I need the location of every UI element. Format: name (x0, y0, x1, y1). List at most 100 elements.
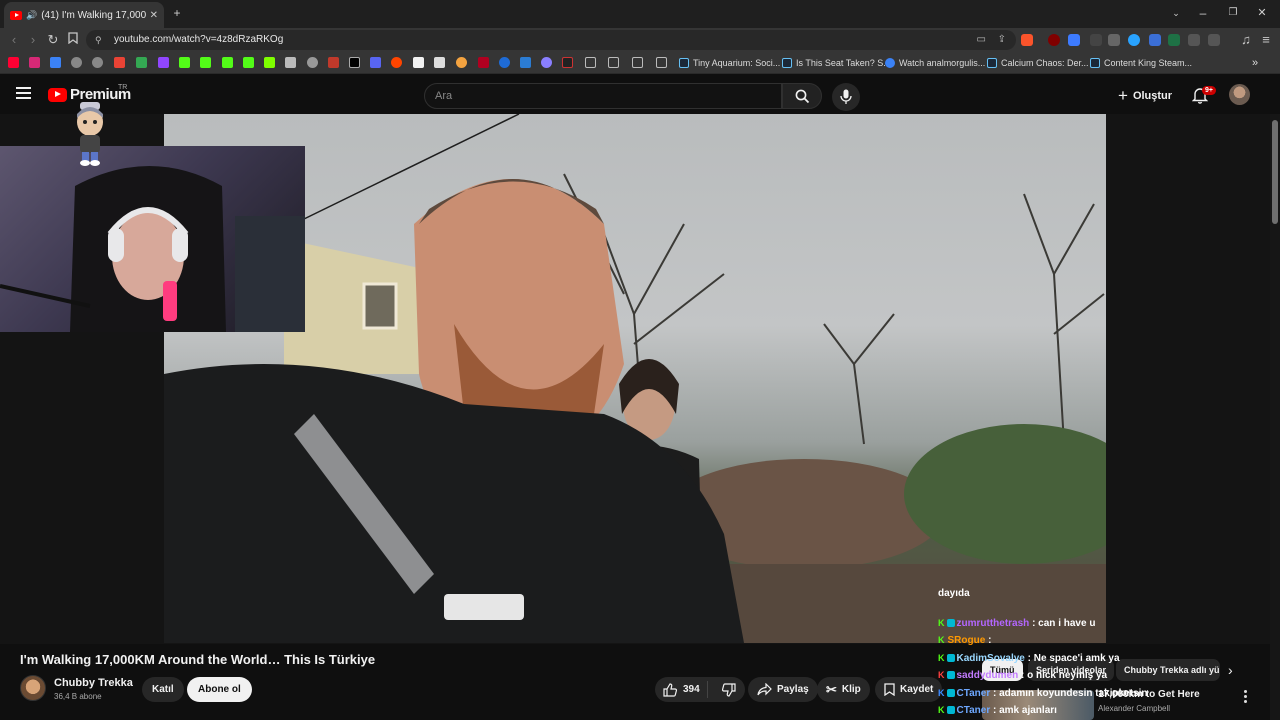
folder-icon[interactable] (608, 57, 619, 68)
channel-name[interactable]: Chubby Trekka (54, 677, 133, 689)
region-code: TR (118, 84, 128, 91)
bookmark-site-icon[interactable] (456, 57, 467, 68)
kick-badge-icon: K (938, 618, 945, 628)
minimize-button[interactable]: – (1193, 4, 1213, 22)
bookmark-item[interactable]: Content King Steam... (1090, 56, 1192, 70)
ublock-icon[interactable] (1048, 34, 1060, 46)
bookmark-kick-icon[interactable] (222, 57, 233, 68)
bookmark-site-icon[interactable] (92, 57, 103, 68)
close-window-button[interactable]: ✕ (1252, 4, 1272, 22)
subscribe-button[interactable]: Abone ol (187, 677, 252, 702)
create-button[interactable]: + Oluştur (1118, 85, 1172, 107)
voice-search-button[interactable] (832, 83, 860, 111)
webcam-frame (0, 166, 305, 332)
bookmark-site-icon[interactable] (71, 57, 82, 68)
chat-username: SRogue (947, 635, 986, 646)
subscriber-badge-icon (946, 654, 955, 663)
search-button[interactable] (782, 83, 822, 109)
notification-count-badge: 9+ (1202, 86, 1216, 95)
bookmark-site-icon[interactable] (413, 57, 424, 68)
bookmark-site-icon[interactable] (307, 57, 318, 68)
bookmark-site-icon[interactable] (499, 57, 510, 68)
share-button[interactable]: Paylaş (748, 677, 818, 702)
bookmark-site-icon[interactable] (285, 57, 296, 68)
bookmark-site-icon[interactable] (562, 57, 573, 68)
reload-icon[interactable]: ↻ (45, 32, 61, 48)
like-button[interactable]: 394 (655, 681, 709, 698)
maximize-button[interactable]: ❐ (1223, 4, 1243, 22)
address-bar[interactable]: ⚲ youtube.com/watch?v=4z8dRzaRKOg ▭ ⇪ (86, 30, 1016, 50)
share-page-icon[interactable]: ⇪ (998, 30, 1006, 50)
bookmark-label: Content King Steam... (1104, 58, 1193, 68)
translate-icon[interactable] (1149, 34, 1161, 46)
bookmark-drive-icon[interactable] (136, 57, 147, 68)
extension-icon[interactable] (1068, 34, 1080, 46)
extension-icon[interactable] (1128, 34, 1140, 46)
bookmark-amazon-icon[interactable] (434, 57, 445, 68)
bookmark-item[interactable]: Calcium Chaos: Der... (987, 56, 1089, 70)
chat-text: dayıda (938, 588, 970, 599)
save-button[interactable]: Kaydet (875, 677, 943, 702)
chat-message: K CTaner : amk ajanları (938, 702, 1057, 719)
steam-icon (987, 58, 997, 68)
bookmark-label: Tiny Aquarium: Soci... (693, 58, 781, 68)
scrollbar-thumb[interactable] (1272, 120, 1278, 224)
search-input[interactable]: Ara (424, 83, 782, 109)
folder-icon[interactable] (632, 57, 643, 68)
subscriber-badge-icon (946, 706, 955, 715)
brave-shield-icon[interactable] (1021, 34, 1033, 46)
bookmark-discord-icon[interactable] (370, 57, 381, 68)
bookmark-site-icon[interactable] (243, 57, 254, 68)
video-player[interactable] (164, 114, 1106, 643)
extension-icon[interactable] (1108, 34, 1120, 46)
bookmark-site-icon[interactable] (50, 57, 61, 68)
extension-icon[interactable] (1090, 34, 1102, 46)
bookmark-item[interactable]: Watch analmorgulis... (885, 56, 985, 70)
chat-text: : o nick neymiş ya (1020, 670, 1108, 681)
bookmark-icon[interactable] (65, 32, 81, 48)
clip-button[interactable]: ✂ Klip (817, 677, 870, 702)
bookmark-kick-icon[interactable] (179, 57, 190, 68)
browser-tab[interactable]: 🔊 (41) I'm Walking 17,000KM Ar ✕ (4, 2, 164, 28)
media-icon[interactable]: ♫ (1238, 32, 1254, 48)
bookmark-kick-icon[interactable] (200, 57, 211, 68)
channel-avatar[interactable] (20, 675, 46, 701)
bookmark-site-icon[interactable] (478, 57, 489, 68)
new-tab-button[interactable]: + (167, 4, 187, 22)
dislike-button[interactable] (713, 682, 745, 697)
bookmark-twitch-icon[interactable] (158, 57, 169, 68)
bookmark-youtube-icon[interactable] (8, 57, 19, 68)
tab-close-icon[interactable]: ✕ (150, 10, 158, 21)
join-button[interactable]: Katıl (142, 677, 184, 702)
tab-search-icon[interactable]: ⌄ (1166, 4, 1186, 22)
bookmark-site-icon[interactable] (264, 57, 275, 68)
bookmark-x-icon[interactable] (349, 57, 360, 68)
back-icon[interactable]: ‹ (6, 32, 22, 48)
site-info-icon[interactable]: ⚲ (95, 30, 102, 50)
plus-icon: + (1118, 86, 1128, 105)
folder-icon[interactable] (656, 57, 667, 68)
folder-icon[interactable] (585, 57, 596, 68)
bookmark-reddit-icon[interactable] (391, 57, 402, 68)
sidebar-icon[interactable] (1208, 34, 1220, 46)
speaker-icon[interactable]: 🔊 (26, 10, 37, 21)
bookmark-site-icon[interactable] (520, 57, 531, 68)
bookmark-gmail-icon[interactable] (114, 57, 125, 68)
forward-icon[interactable]: › (25, 32, 41, 48)
bookmark-item[interactable]: Tiny Aquarium: Soci... (679, 56, 780, 70)
bookmark-item[interactable]: Is This Seat Taken? S... (782, 56, 891, 70)
bookmark-site-icon[interactable] (328, 57, 339, 68)
mascot-sticker (77, 102, 103, 166)
extension-icon[interactable] (1168, 34, 1180, 46)
account-avatar[interactable] (1229, 84, 1250, 105)
bookmark-site-icon[interactable] (541, 57, 552, 68)
puzzle-icon[interactable] (1188, 34, 1200, 46)
bookmark-label: Is This Seat Taken? S... (796, 58, 891, 68)
chat-message: K KadimSovalye : Ne space'i amk ya (938, 650, 1120, 667)
guide-menu-icon[interactable] (16, 87, 32, 99)
youtube-premium-logo[interactable]: Premium TR (48, 84, 131, 103)
bookmark-instagram-icon[interactable] (29, 57, 40, 68)
install-icon[interactable]: ▭ (977, 30, 986, 50)
more-bookmarks-icon[interactable]: » (1252, 56, 1258, 70)
menu-icon[interactable]: ≡ (1258, 32, 1274, 48)
